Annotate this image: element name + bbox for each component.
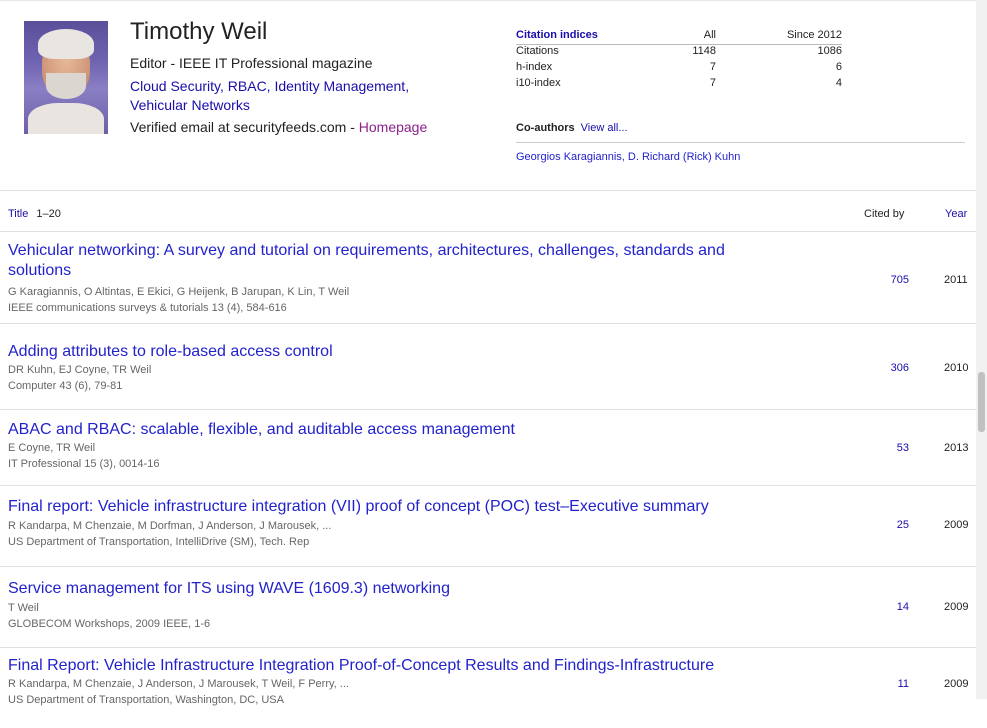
citation-row-label: Citations	[516, 45, 559, 57]
article-title-link[interactable]: Adding attributes to role-based access c…	[8, 342, 808, 362]
citation-row-since: 1086	[817, 45, 842, 57]
cited-by-link[interactable]: 53	[897, 442, 909, 454]
citation-row-all: 7	[709, 77, 716, 89]
citation-row-since: 6	[835, 61, 842, 73]
articles-table-header: Title 1–20 Cited by Year	[0, 190, 976, 232]
article-row: Final Report: Vehicle Infrastructure Int…	[0, 648, 976, 728]
article-row: Adding attributes to role-based access c…	[0, 324, 976, 410]
title-sort-header: Title 1–20	[8, 208, 61, 220]
cited-by-link[interactable]: 306	[891, 362, 909, 374]
interests-link-line2[interactable]: Vehicular Networks	[130, 97, 250, 113]
cited-by-link[interactable]: 705	[891, 274, 909, 286]
results-range: 1–20	[36, 208, 61, 220]
citation-indices: Citation indices All Since 2012 Citation…	[516, 27, 842, 91]
article-venue: US Department of Transportation, Washing…	[8, 694, 284, 706]
article-title-line: Vehicular networking: A survey and tutor…	[8, 242, 725, 259]
citation-row: i10-index 7 4	[516, 75, 842, 91]
article-title-link[interactable]: Service management for ITS using WAVE (1…	[8, 579, 808, 599]
citation-row-all: 7	[709, 61, 716, 73]
cited-by-link[interactable]: 25	[897, 519, 909, 531]
citation-row-since: 4	[835, 77, 842, 89]
sort-by-year-link[interactable]: Year	[945, 208, 967, 220]
cited-by-link[interactable]: 14	[897, 601, 909, 613]
scrollbar-thumb[interactable]	[978, 372, 985, 432]
article-title-link[interactable]: Final Report: Vehicle Infrastructure Int…	[8, 656, 808, 676]
article-row: Service management for ITS using WAVE (1…	[0, 567, 976, 648]
vertical-scrollbar[interactable]	[976, 0, 987, 699]
article-venue: Computer 43 (6), 79-81	[8, 380, 123, 392]
citation-row: h-index 7 6	[516, 59, 842, 75]
article-venue: GLOBECOM Workshops, 2009 IEEE, 1-6	[8, 618, 211, 630]
coauthors-header: Co-authors View all...	[516, 122, 628, 134]
article-title-link[interactable]: Final report: Vehicle infrastructure int…	[8, 497, 808, 517]
homepage-link[interactable]: Homepage	[359, 119, 428, 135]
citation-row: Citations 1148 1086	[516, 43, 842, 59]
interests-link-line1[interactable]: Cloud Security, RBAC, Identity Managemen…	[130, 78, 409, 94]
citation-row-all: 1148	[692, 45, 716, 57]
citation-row-label: h-index	[516, 61, 553, 73]
article-authors: R Kandarpa, M Chenzaie, J Anderson, J Ma…	[8, 678, 349, 690]
coauthors-list[interactable]: Georgios Karagiannis, D. Richard (Rick) …	[516, 151, 740, 163]
sort-by-title-link[interactable]: Title	[8, 208, 28, 220]
article-year: 2009	[944, 519, 969, 531]
cited-by-link[interactable]: 11	[898, 678, 909, 690]
citation-col-since: Since 2012	[786, 29, 842, 41]
article-year: 2009	[944, 678, 969, 690]
profile-affiliation: Editor - IEEE IT Professional magazine	[130, 55, 373, 71]
article-title-line: solutions	[8, 262, 72, 279]
article-year: 2009	[944, 601, 969, 613]
article-authors: G Karagiannis, O Altintas, E Ekici, G He…	[8, 286, 350, 298]
article-title-link[interactable]: Vehicular networking: A survey and tutor…	[8, 241, 808, 281]
profile-photo	[24, 21, 108, 134]
profile-name: Timothy Weil	[130, 18, 268, 45]
verified-email-text: Verified email at securityfeeds.com -	[130, 119, 359, 135]
coauthors-view-all-link[interactable]: View all...	[581, 122, 628, 134]
research-interests: Cloud Security, RBAC, Identity Managemen…	[130, 77, 460, 115]
article-row: ABAC and RBAC: scalable, flexible, and a…	[0, 410, 976, 486]
citation-header-divider	[516, 44, 842, 45]
article-venue: US Department of Transportation, Intelli…	[8, 536, 310, 548]
coauthors-label: Co-authors	[516, 122, 575, 134]
verified-email: Verified email at securityfeeds.com - Ho…	[130, 119, 427, 135]
citation-indices-title[interactable]: Citation indices	[516, 27, 666, 43]
coauthors-divider	[516, 142, 965, 143]
article-row: Final report: Vehicle infrastructure int…	[0, 486, 976, 567]
cited-by-header: Cited by	[864, 208, 905, 220]
article-year: 2011	[944, 274, 968, 286]
article-year: 2013	[944, 442, 969, 454]
article-authors: R Kandarpa, M Chenzaie, M Dorfman, J And…	[8, 520, 332, 532]
article-authors: E Coyne, TR Weil	[8, 442, 96, 454]
citation-row-label: i10-index	[516, 77, 561, 89]
citation-col-all: All	[703, 29, 716, 41]
article-title-link[interactable]: ABAC and RBAC: scalable, flexible, and a…	[8, 420, 808, 440]
article-venue: IT Professional 15 (3), 0014-16	[8, 458, 160, 470]
profile-header: Timothy Weil Editor - IEEE IT Profession…	[0, 0, 976, 190]
article-venue: IEEE communications surveys & tutorials …	[8, 302, 287, 314]
article-year: 2010	[944, 362, 969, 374]
article-authors: T Weil	[8, 602, 39, 614]
article-authors: DR Kuhn, EJ Coyne, TR Weil	[8, 364, 152, 376]
article-row: Vehicular networking: A survey and tutor…	[0, 231, 976, 324]
